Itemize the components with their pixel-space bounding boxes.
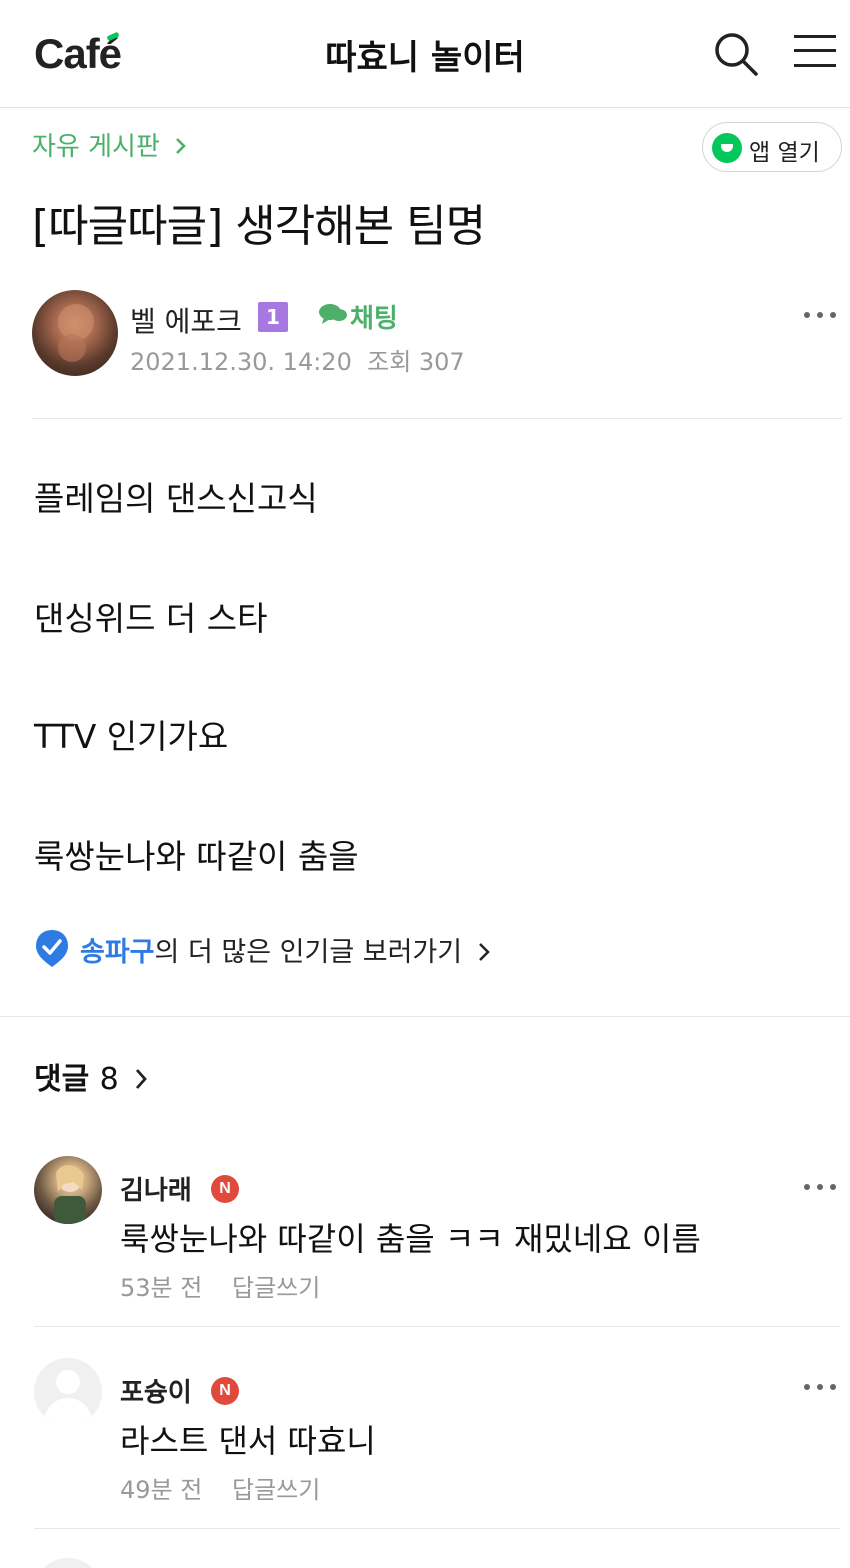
commenter-avatar[interactable] <box>34 1558 102 1568</box>
default-avatar-icon <box>56 1370 80 1394</box>
body-line: TTV 인기가요 <box>34 717 229 756</box>
post-date: 2021.12.30. 14:20 <box>130 348 352 376</box>
commenter-name[interactable]: 김나래 <box>120 1170 192 1207</box>
body-line: 댄싱위드 더 스타 <box>34 599 268 638</box>
comment-time: 53분 전 <box>120 1274 203 1302</box>
top-header: Café 따효니 놀이터 <box>0 0 850 108</box>
post-more-icon[interactable] <box>802 300 842 330</box>
comment-text: 룩쌍눈나와 따같이 춤을 ㅋㅋ 재밌네요 이름 <box>120 1220 701 1258</box>
comment-text: 라스트 댄서 따효니 <box>120 1422 376 1460</box>
chat-bubble-icon <box>318 302 348 326</box>
cafe-app-icon <box>712 133 742 163</box>
post-title: [따글따글] 생각해본 팀명 <box>32 201 486 252</box>
comment-more-icon[interactable] <box>802 1172 842 1202</box>
author-avatar[interactable] <box>32 290 118 376</box>
chat-label: 채팅 <box>350 304 398 334</box>
popular-place: 송파구 <box>80 937 155 968</box>
post-meta: 2021.12.30. 14:20 조회 307 <box>130 342 465 377</box>
section-divider <box>0 1016 850 1017</box>
comments-header[interactable]: 댓글 8 <box>34 1054 149 1098</box>
commenter-avatar[interactable] <box>34 1156 102 1224</box>
comment-count: 8 <box>99 1062 119 1097</box>
board-name: 자유 게시판 <box>32 132 160 162</box>
body-line: 룩쌍눈나와 따같이 춤을 <box>34 837 359 876</box>
comment-time: 49분 전 <box>120 1476 203 1504</box>
chevron-right-icon <box>129 1062 149 1097</box>
new-badge: N <box>211 1175 239 1203</box>
commenter-name[interactable]: 포슝이 <box>120 1372 192 1409</box>
location-pin-icon <box>34 928 70 968</box>
author-name[interactable]: 벨 에포크 <box>130 300 242 340</box>
level-badge: 1 <box>258 302 288 332</box>
divider <box>32 418 842 419</box>
body-line: 플레임의 댄스신고식 <box>34 479 318 518</box>
comment-divider <box>34 1528 840 1529</box>
chevron-right-icon <box>471 937 491 968</box>
new-badge: N <box>211 1377 239 1405</box>
comments-label: 댓글 <box>34 1062 90 1097</box>
open-app-label: 앱 열기 <box>749 140 820 166</box>
open-app-button[interactable]: 앱 열기 <box>702 122 842 172</box>
chevron-right-icon <box>168 132 188 162</box>
reply-button[interactable]: 답글쓰기 <box>232 1470 320 1505</box>
board-breadcrumb[interactable]: 자유 게시판 <box>32 126 188 163</box>
reply-button[interactable]: 답글쓰기 <box>232 1268 320 1303</box>
comment-more-icon[interactable] <box>802 1372 842 1402</box>
view-count: 조회 307 <box>367 348 465 376</box>
commenter-avatar[interactable] <box>34 1358 102 1426</box>
comment-divider <box>34 1326 840 1327</box>
search-icon[interactable] <box>712 30 760 78</box>
menu-icon[interactable] <box>790 32 836 72</box>
popular-suffix: 의 더 많은 인기글 보러가기 <box>154 937 463 968</box>
